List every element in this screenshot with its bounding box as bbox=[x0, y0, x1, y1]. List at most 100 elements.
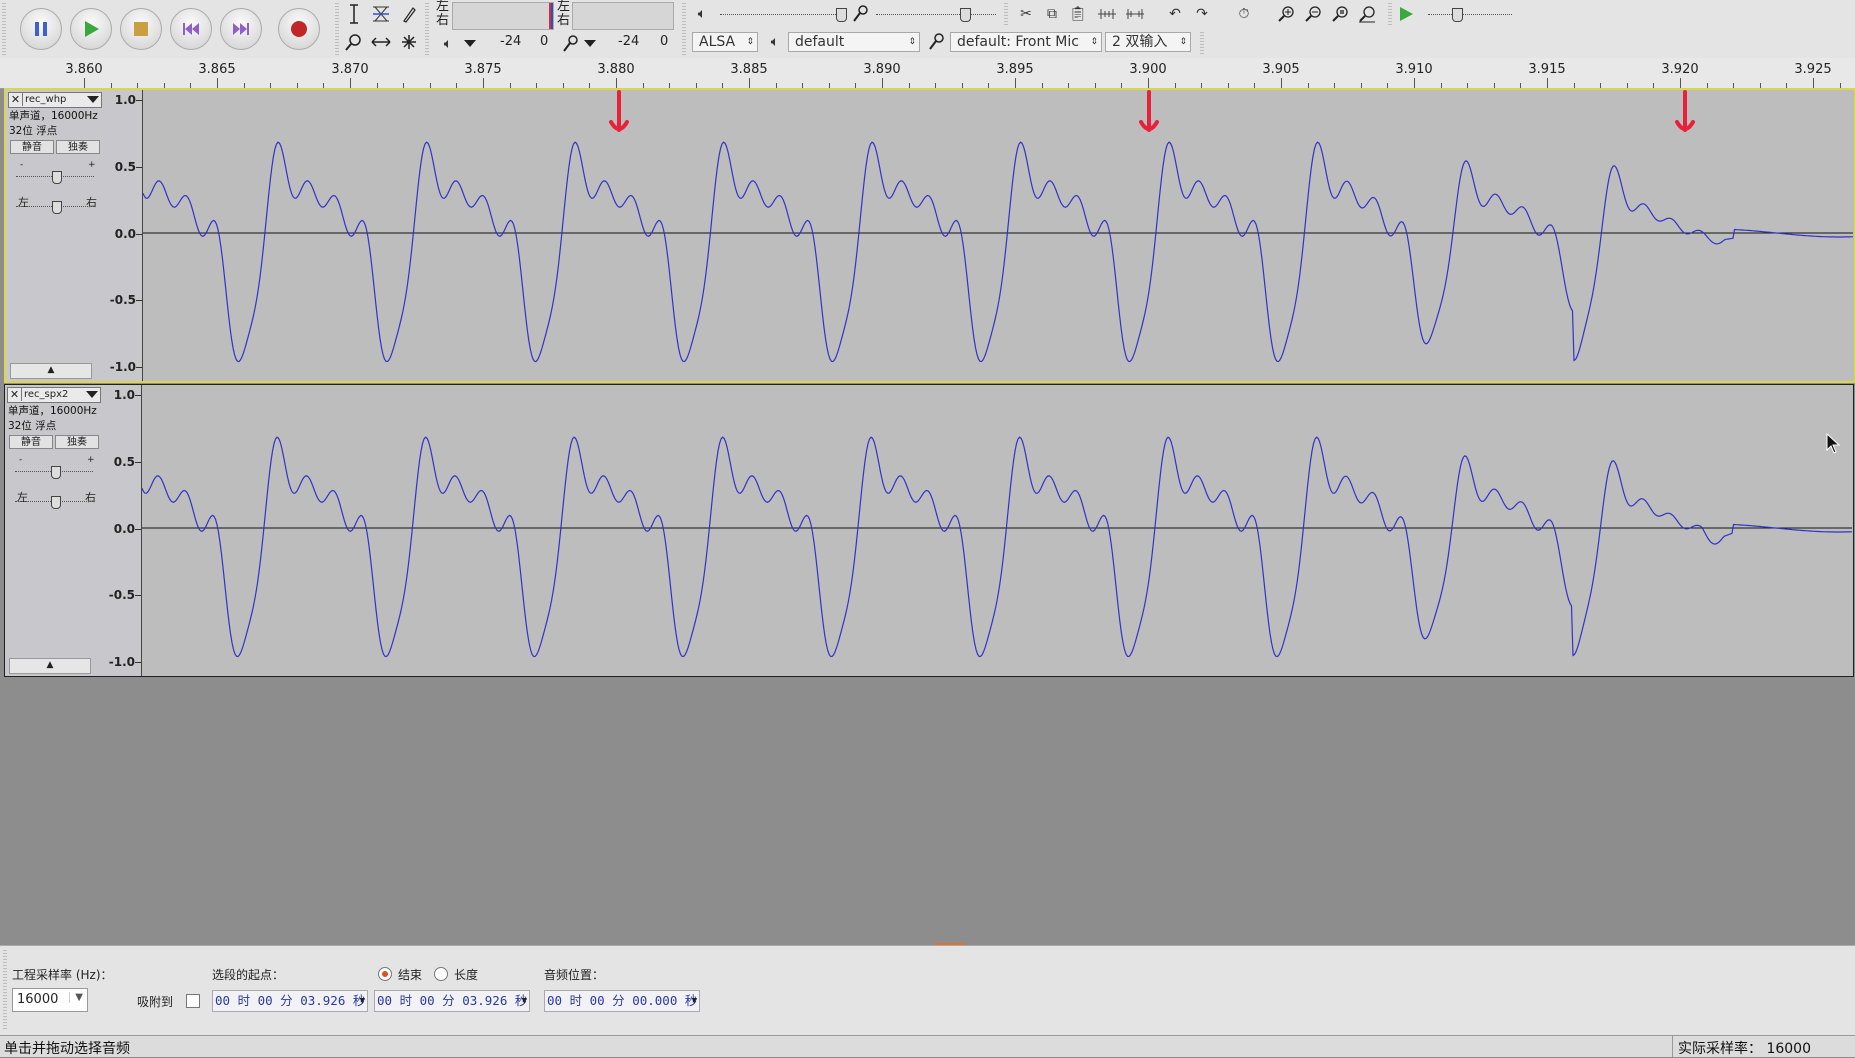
multi-tool-icon[interactable] bbox=[397, 30, 421, 54]
meter-dropdown-arrow[interactable] bbox=[464, 40, 476, 47]
mute-button[interactable]: 静音 bbox=[10, 140, 54, 154]
track-control-panel: ✕ rec_whp 单声道，16000Hz 32位 浮点 静音 独奏 - + 左… bbox=[6, 90, 103, 381]
meter-zero-label: 0 bbox=[540, 34, 549, 49]
audio-track[interactable]: ✕ rec_whp 单声道，16000Hz 32位 浮点 静音 独奏 - + 左… bbox=[4, 88, 1855, 383]
toolbar-grip[interactable] bbox=[682, 3, 686, 55]
toolbar: 左 右 左 右 🔈︎ -24 0 -24 0 🔈︎ ALSA ⇕ 🔈︎ defau… bbox=[0, 0, 1855, 59]
project-rate-label: 工程采样率 (Hz)： bbox=[12, 968, 113, 982]
recording-volume-slider[interactable] bbox=[876, 8, 996, 22]
fit-project-icon[interactable] bbox=[1355, 2, 1379, 26]
play-at-speed-icon[interactable] bbox=[1394, 2, 1418, 26]
play-button[interactable] bbox=[70, 8, 112, 50]
redo-icon[interactable]: ↷ bbox=[1190, 2, 1214, 26]
ruler-major-tick bbox=[1414, 78, 1415, 88]
meter-dropdown-arrow-2[interactable] bbox=[584, 40, 596, 47]
pause-button[interactable] bbox=[20, 8, 62, 50]
solo-button[interactable]: 独奏 bbox=[55, 435, 99, 449]
trim-icon[interactable] bbox=[1095, 2, 1119, 26]
playback-volume-slider[interactable] bbox=[720, 8, 847, 22]
envelope-tool-icon[interactable] bbox=[369, 2, 393, 26]
stop-button[interactable] bbox=[120, 8, 162, 50]
pan-slider[interactable] bbox=[16, 201, 94, 214]
waveform[interactable] bbox=[142, 385, 1852, 672]
playback-device-value: default bbox=[795, 34, 845, 50]
recording-device-select[interactable]: default: Front Mic ⇕ bbox=[950, 32, 1102, 52]
recording-meter[interactable] bbox=[452, 2, 554, 30]
ruler-tick-label: 3.870 bbox=[331, 62, 369, 77]
vertical-ruler-label: 0.5 bbox=[114, 159, 136, 174]
fit-selection-icon[interactable] bbox=[1328, 2, 1352, 26]
cut-icon[interactable]: ✂︎ bbox=[1014, 2, 1038, 26]
silence-icon[interactable] bbox=[1123, 2, 1147, 26]
project-rate-combo[interactable]: 16000 ▼ bbox=[12, 988, 88, 1012]
playback-device-select[interactable]: default ⇕ bbox=[788, 32, 920, 52]
timeline-ruler[interactable]: 3.860 3.865 3.870 3.875 3.880 3.885 3.890 3.895… bbox=[0, 58, 1855, 89]
track-name-bar[interactable]: ✕ rec_spx2 bbox=[7, 387, 101, 403]
speaker-icon: 🔈︎ bbox=[443, 36, 453, 52]
ruler-major-tick bbox=[1015, 78, 1016, 88]
collapse-track-button[interactable]: ▲ bbox=[10, 363, 92, 379]
copy-icon[interactable]: ⧉ bbox=[1040, 2, 1064, 26]
zoom-out-icon[interactable] bbox=[1301, 2, 1325, 26]
chevron-down-icon[interactable] bbox=[86, 391, 98, 398]
mute-button[interactable]: 静音 bbox=[9, 435, 53, 449]
chevron-up-icon: ▲ bbox=[46, 660, 54, 670]
end-radio[interactable] bbox=[378, 967, 392, 981]
track-name-bar[interactable]: ✕ rec_whp bbox=[8, 92, 102, 108]
vertical-ruler-label: 0.0 bbox=[114, 226, 136, 241]
toolbar-grip[interactable] bbox=[1004, 3, 1008, 27]
skip-end-button[interactable] bbox=[220, 8, 262, 50]
ruler-tick-label: 3.905 bbox=[1262, 62, 1300, 77]
vertical-ruler-tick bbox=[135, 528, 141, 530]
sync-lock-icon[interactable]: ⏱︎ bbox=[1232, 2, 1256, 26]
solo-button[interactable]: 独奏 bbox=[56, 140, 100, 154]
ruler-major-tick bbox=[616, 78, 617, 88]
selection-end-timecode[interactable]: 00 时 00 分 03.926 秒 ▼ bbox=[374, 990, 530, 1012]
skip-start-button[interactable] bbox=[170, 8, 212, 50]
play-speed-slider[interactable] bbox=[1428, 8, 1512, 22]
toolbar-grip[interactable] bbox=[3, 950, 7, 1030]
mouse-cursor-icon bbox=[1826, 433, 1841, 454]
chevron-down-icon[interactable] bbox=[87, 96, 99, 103]
close-icon[interactable]: ✕ bbox=[8, 388, 22, 401]
meter-right-label: 右 bbox=[557, 13, 571, 28]
gain-slider[interactable] bbox=[15, 466, 93, 479]
toolbar-grip[interactable] bbox=[1200, 32, 1204, 54]
vertical-ruler-label: 0.5 bbox=[113, 454, 135, 469]
host-select[interactable]: ALSA ⇕ bbox=[692, 32, 758, 52]
red-marker-arrow-icon bbox=[1139, 90, 1159, 132]
playback-volume-icon: 🔈︎ bbox=[697, 6, 707, 22]
playback-meter-icon: 左 右 bbox=[436, 0, 449, 28]
toolbar-grip[interactable] bbox=[335, 3, 339, 55]
record-button[interactable] bbox=[278, 8, 320, 50]
gain-minus-label: - bbox=[19, 455, 23, 465]
length-label: 长度 bbox=[454, 968, 479, 982]
zoom-tool-icon[interactable] bbox=[342, 30, 366, 54]
waveform[interactable] bbox=[143, 90, 1853, 377]
audio-track[interactable]: ✕ rec_spx2 单声道，16000Hz 32位 浮点 静音 独奏 - + … bbox=[4, 384, 1854, 677]
chevron-down-icon: ▼ bbox=[691, 996, 697, 1006]
zoom-in-icon[interactable] bbox=[1274, 2, 1298, 26]
toolbar-grip[interactable] bbox=[1388, 3, 1392, 27]
channels-select[interactable]: 2 双输入 ⇕ bbox=[1105, 32, 1191, 52]
track-sample-format: 32位 浮点 bbox=[8, 420, 57, 432]
close-icon[interactable]: ✕ bbox=[9, 93, 23, 106]
selection-tool-icon[interactable] bbox=[342, 2, 366, 26]
gain-slider[interactable] bbox=[16, 171, 94, 184]
timeshift-tool-icon[interactable] bbox=[369, 30, 393, 54]
selection-start-value: 00 时 00 分 03.926 秒 bbox=[215, 993, 366, 1008]
collapse-track-button[interactable]: ▲ bbox=[9, 658, 91, 674]
playback-meter[interactable] bbox=[572, 2, 674, 30]
meter-db-label-2: -24 bbox=[618, 34, 640, 49]
ruler-major-tick bbox=[84, 78, 85, 88]
toolbar-grip[interactable] bbox=[2, 3, 6, 55]
pan-slider[interactable] bbox=[15, 496, 93, 509]
audio-position-timecode[interactable]: 00 时 00 分 00.000 秒 ▼ bbox=[544, 990, 700, 1012]
undo-icon[interactable]: ↶ bbox=[1163, 2, 1187, 26]
selection-start-timecode[interactable]: 00 时 00 分 03.926 秒 ▼ bbox=[212, 990, 368, 1012]
snap-to-checkbox[interactable] bbox=[186, 994, 200, 1008]
length-radio[interactable] bbox=[434, 967, 448, 981]
toolbar-grip[interactable] bbox=[425, 3, 429, 55]
draw-tool-icon[interactable] bbox=[397, 2, 421, 26]
paste-icon[interactable]: 📋︎ bbox=[1066, 2, 1090, 26]
